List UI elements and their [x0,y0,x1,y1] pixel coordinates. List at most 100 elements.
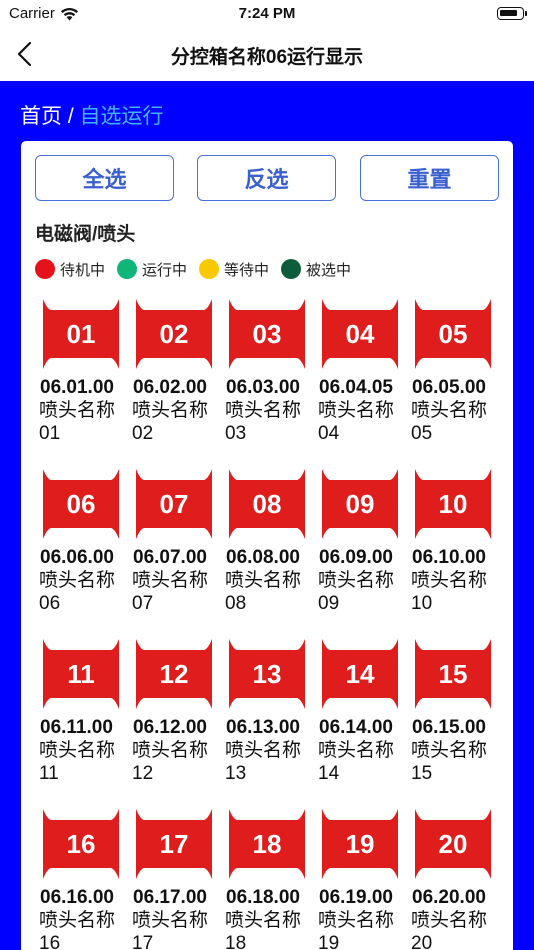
nozzle-tile[interactable]: 19 [322,809,398,879]
nozzle-item: 09 06.09.00 喷头名称09 [317,466,409,631]
nozzle-code: 06.01.00 [40,377,114,398]
nozzle-name: 喷头名称20 [411,910,488,950]
status-legend: 待机中 运行中 等待中 被选中 [35,258,363,280]
reset-button[interactable]: 重置 [360,155,499,201]
nozzle-tile[interactable]: 02 [136,299,212,369]
nozzle-number: 16 [66,829,96,859]
nozzle-item: 06 06.06.00 喷头名称06 [38,466,130,631]
nozzle-item: 11 06.11.00 喷头名称11 [38,636,130,801]
nozzle-number: 03 [252,319,282,349]
nozzle-tile[interactable]: 11 [43,639,119,709]
nozzle-tile[interactable]: 12 [136,639,212,709]
nozzle-code: 06.09.00 [319,547,393,568]
nozzle-tile[interactable]: 14 [322,639,398,709]
page-title: 分控箱名称06运行显示 [170,47,364,68]
nozzle-code: 06.05.00 [412,377,486,398]
nozzle-item: 18 06.18.00 喷头名称18 [224,806,316,950]
breadcrumb-home[interactable]: 首页 [20,105,62,128]
nozzle-panel: 全选 反选 重置 电磁阀/喷头 待机中 运行中 等待中 被选中 01 06.01.00 喷… [21,141,513,950]
nozzle-code: 06.18.00 [226,887,300,908]
nozzle-code: 06.03.00 [226,377,300,398]
nozzle-number: 05 [438,319,468,349]
content-area: 首页 / 自选运行 全选 反选 重置 电磁阀/喷头 待机中 运行中 等待中 被选中 0… [0,81,534,950]
nozzle-code: 06.20.00 [412,887,486,908]
nozzle-code: 06.02.00 [133,377,207,398]
nozzle-name: 喷头名称06 [39,570,116,614]
breadcrumb-current: 自选运行 [79,105,164,128]
navigation-bar: 分控箱名称06运行显示 [0,28,534,81]
nozzle-number: 07 [159,489,189,519]
nozzle-number: 13 [252,659,282,689]
nozzle-number: 18 [252,829,282,859]
nozzle-code: 06.14.00 [319,717,393,738]
legend-dot [117,259,138,279]
legend-label: 等待中 [224,261,270,279]
legend-dot [199,259,220,279]
nozzle-number: 04 [345,319,375,349]
invert-selection-button[interactable]: 反选 [197,155,336,201]
nozzle-name: 喷头名称09 [318,570,395,614]
nozzle-item: 08 06.08.00 喷头名称08 [224,466,316,631]
nozzle-item: 16 06.16.00 喷头名称16 [38,806,130,950]
nozzle-name: 喷头名称19 [318,910,395,950]
nozzle-tile[interactable]: 06 [43,469,119,539]
nozzle-tile[interactable]: 09 [322,469,398,539]
nozzle-name: 喷头名称11 [39,740,116,784]
nozzle-name: 喷头名称13 [225,740,302,784]
nozzle-item: 01 06.01.00 喷头名称01 [38,296,130,461]
nozzle-name: 喷头名称01 [39,400,116,444]
legend-label: 待机中 [60,261,106,279]
section-title: 电磁阀/喷头 [35,224,136,245]
nozzle-tile[interactable]: 18 [229,809,305,879]
clock: 7:24 PM [238,5,296,22]
nozzle-number: 09 [345,489,375,519]
legend-item: 被选中 [281,259,351,280]
nozzle-tile[interactable]: 20 [415,809,491,879]
nozzle-tile[interactable]: 08 [229,469,305,539]
nozzle-code: 06.10.00 [412,547,486,568]
nozzle-tile[interactable]: 13 [229,639,305,709]
nozzle-tile[interactable]: 16 [43,809,119,879]
nozzle-code: 06.16.00 [40,887,114,908]
nozzle-code: 06.19.00 [319,887,393,908]
nozzle-tile[interactable]: 03 [229,299,305,369]
legend-item: 等待中 [199,259,269,280]
nozzle-item: 20 06.20.00 喷头名称20 [410,806,502,950]
nozzle-code: 06.17.00 [133,887,207,908]
nozzle-tile[interactable]: 17 [136,809,212,879]
nozzle-tile[interactable]: 01 [43,299,119,369]
nozzle-item: 04 06.04.05 喷头名称04 [317,296,409,461]
nozzle-number: 14 [345,659,375,689]
nozzle-item: 05 06.05.00 喷头名称05 [410,296,502,461]
nozzle-name: 喷头名称17 [132,910,209,950]
legend-item: 待机中 [35,259,105,280]
nozzle-item: 12 06.12.00 喷头名称12 [131,636,223,801]
nozzle-tile[interactable]: 15 [415,639,491,709]
breadcrumb-separator: / [62,105,80,128]
nozzle-item: 17 06.17.00 喷头名称17 [131,806,223,950]
nozzle-name: 喷头名称02 [132,400,209,444]
nozzle-item: 14 06.14.00 喷头名称14 [317,636,409,801]
nozzle-item: 13 06.13.00 喷头名称13 [224,636,316,801]
nozzle-number: 06 [66,489,96,519]
legend-dot [35,259,55,279]
nozzle-tile[interactable]: 10 [415,469,491,539]
nozzle-tile[interactable]: 04 [322,299,398,369]
nozzle-name: 喷头名称12 [132,740,209,784]
legend-label: 运行中 [142,261,188,279]
select-all-button[interactable]: 全选 [35,155,174,201]
nozzle-item: 07 06.07.00 喷头名称07 [131,466,223,631]
nozzle-number: 19 [345,829,375,859]
nozzle-number: 08 [252,489,282,519]
legend-label: 被选中 [306,261,352,279]
nozzle-name: 喷头名称08 [225,570,302,614]
nozzle-code: 06.11.00 [40,717,113,738]
nozzle-code: 06.08.00 [226,547,300,568]
nozzle-number: 02 [159,319,189,349]
nozzle-tile[interactable]: 07 [136,469,212,539]
nozzle-name: 喷头名称16 [39,910,116,950]
nozzle-code: 06.07.00 [133,547,207,568]
nozzle-tile[interactable]: 05 [415,299,491,369]
nozzle-item: 19 06.19.00 喷头名称19 [317,806,409,950]
nozzle-number: 11 [67,659,95,689]
